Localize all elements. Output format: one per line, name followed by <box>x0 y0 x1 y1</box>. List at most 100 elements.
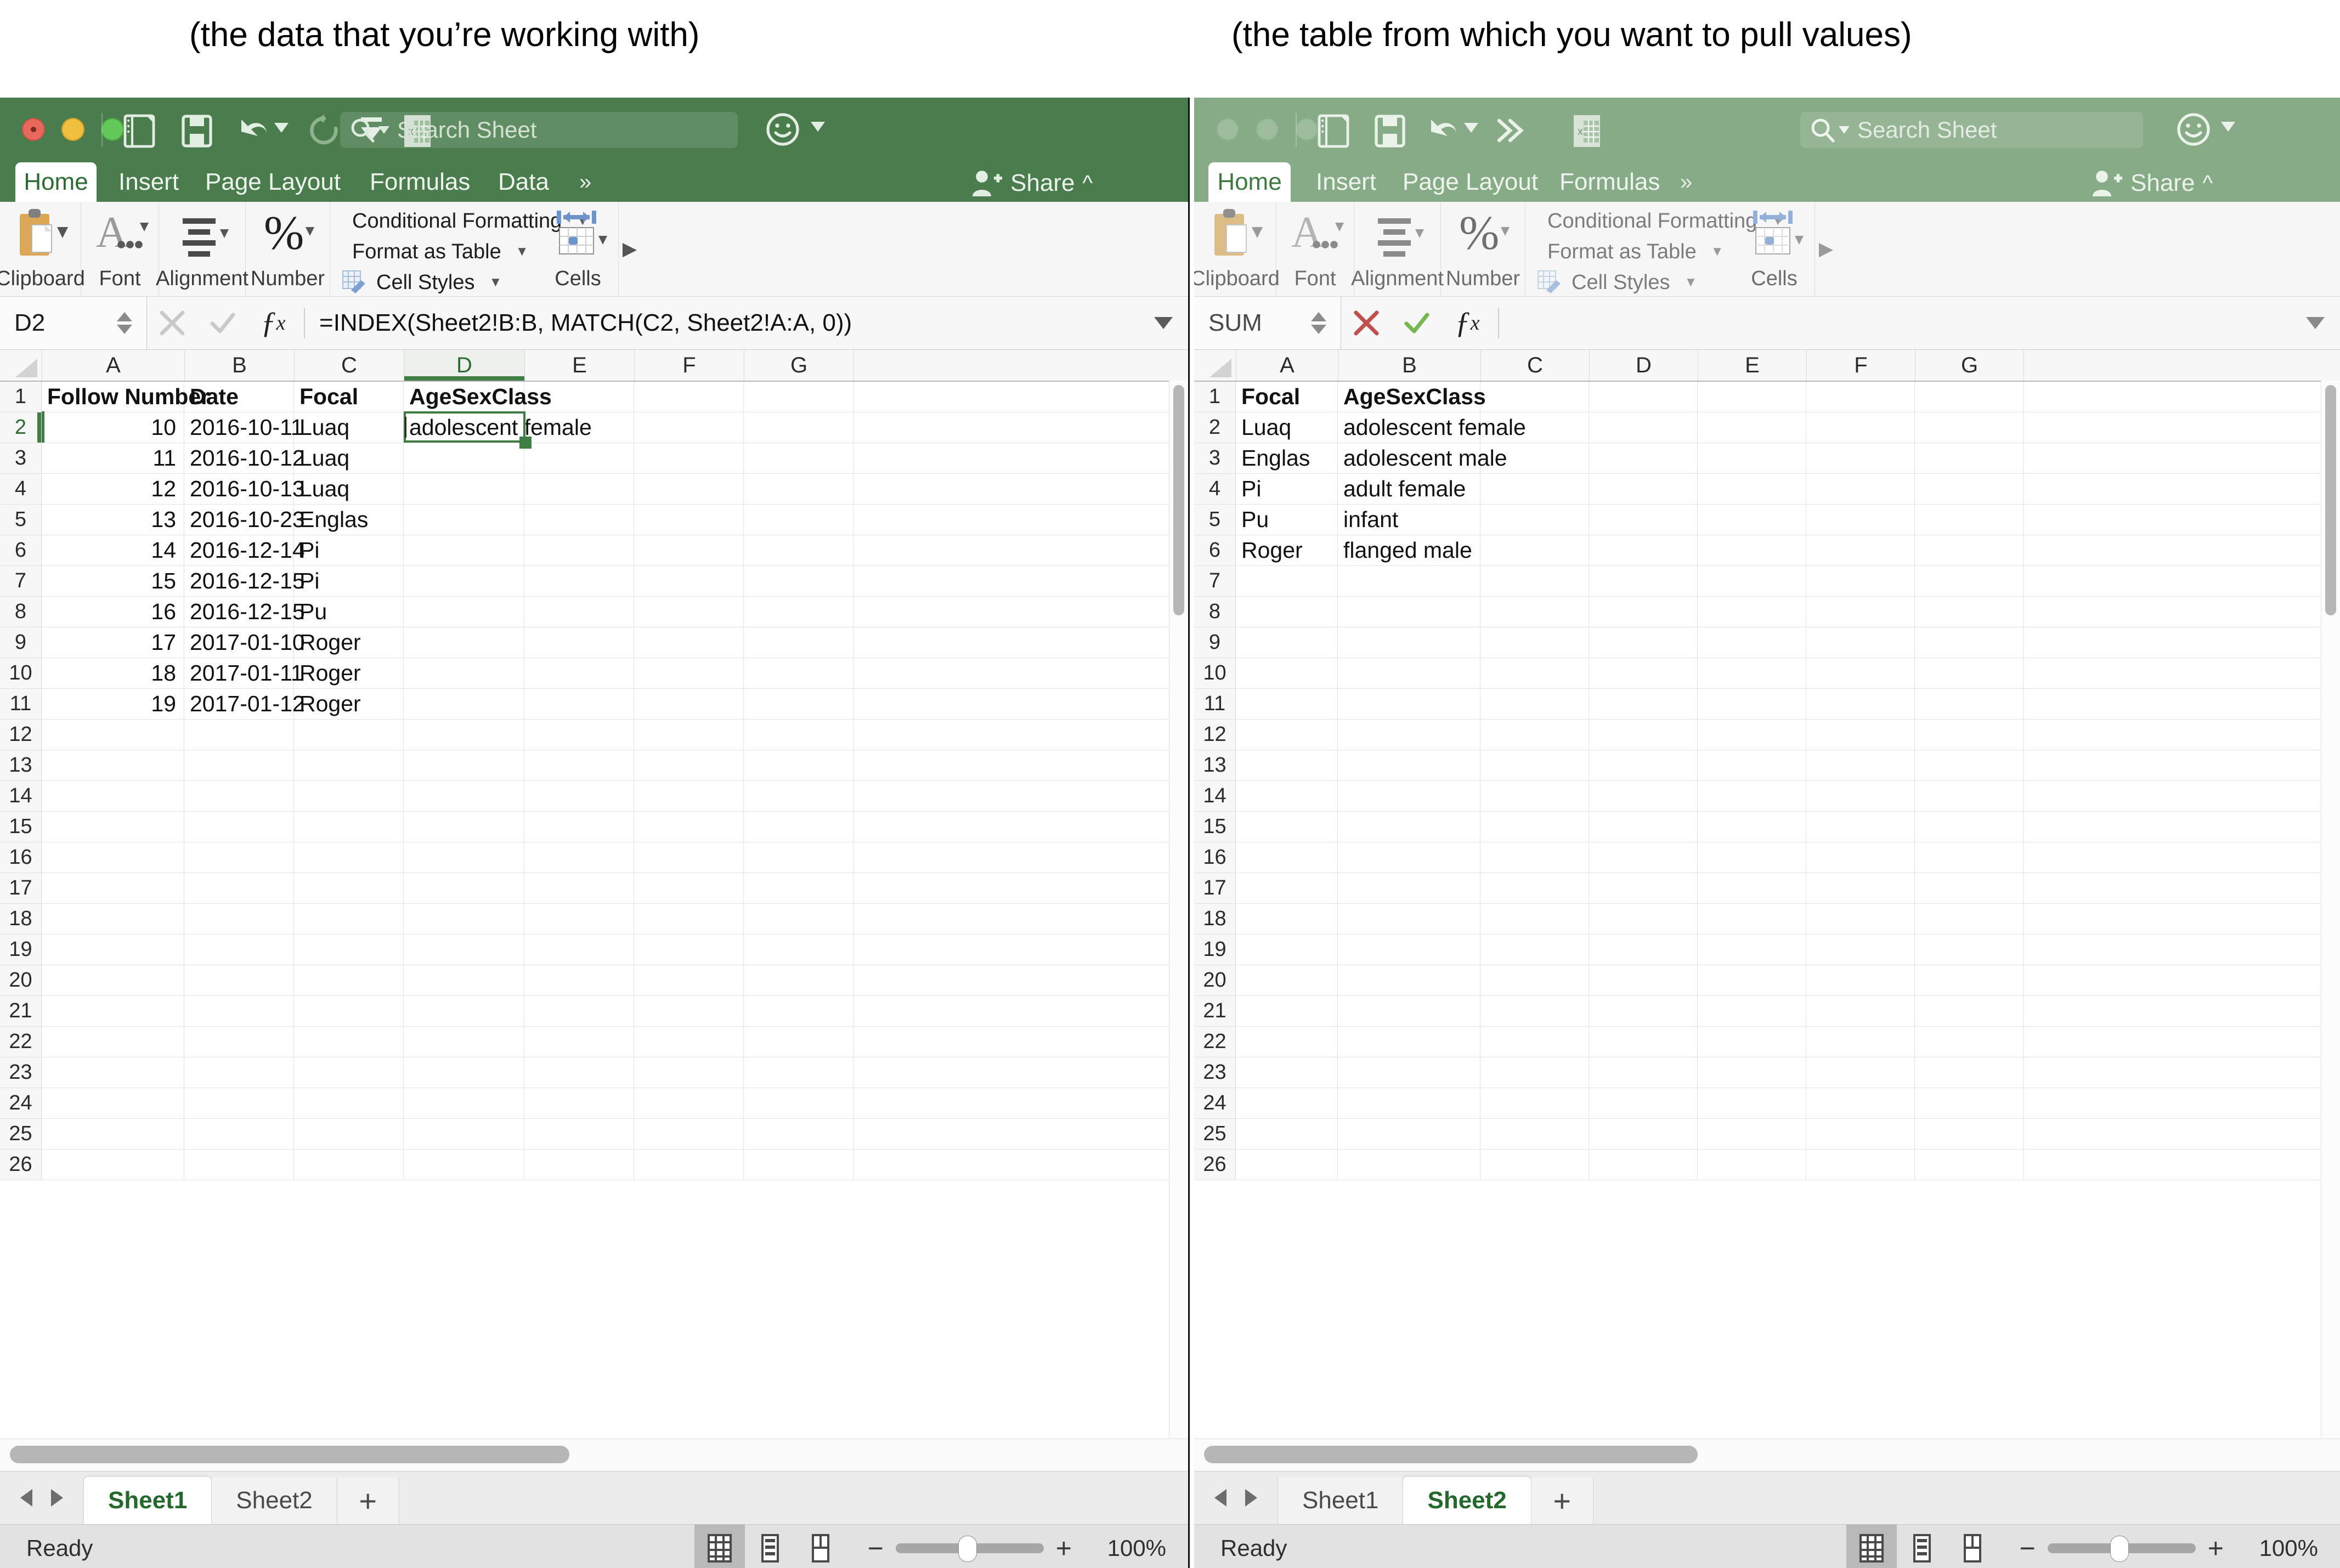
cell-D8[interactable] <box>1589 597 1698 627</box>
cell-C1[interactable] <box>1480 382 1589 412</box>
cell-C14[interactable] <box>294 781 404 811</box>
cell-E11[interactable] <box>524 689 634 719</box>
cell-E6[interactable] <box>1698 535 1806 565</box>
cell-E22[interactable] <box>524 1027 634 1057</box>
cell-F14[interactable] <box>634 781 744 811</box>
cell-F19[interactable] <box>1806 935 1915 965</box>
cell-C17[interactable] <box>1480 873 1589 903</box>
row-header-5[interactable]: 5 <box>1194 505 1236 535</box>
cell-D22[interactable] <box>1589 1027 1698 1057</box>
cell-E1[interactable] <box>524 382 634 412</box>
cell-D20[interactable] <box>404 965 524 995</box>
row-header-8[interactable]: 8 <box>0 597 42 627</box>
cell-A22[interactable] <box>1236 1027 1338 1057</box>
row-header-21[interactable]: 21 <box>1194 996 1236 1026</box>
cell-D16[interactable] <box>1589 842 1698 873</box>
cell-E5[interactable] <box>1698 505 1806 535</box>
row-header-22[interactable]: 22 <box>0 1027 42 1057</box>
row-header-6[interactable]: 6 <box>0 535 42 565</box>
undo-dropdown-caret-icon[interactable] <box>274 123 289 133</box>
cell-A3[interactable]: 11 <box>42 443 184 473</box>
cell-E20[interactable] <box>1698 965 1806 995</box>
cell-G15[interactable] <box>1915 812 2024 842</box>
alignment-icon[interactable] <box>1369 208 1426 259</box>
cell-C23[interactable] <box>1480 1057 1589 1088</box>
conditional-formatting-command[interactable]: Conditional Formatting ▼ <box>342 207 589 235</box>
cell-C2[interactable]: Luaq <box>294 412 404 443</box>
cell-G16[interactable] <box>1915 842 2024 873</box>
zoom-out-button[interactable]: − <box>868 1535 884 1562</box>
cell-E6[interactable] <box>524 535 634 565</box>
search-sheet-box[interactable]: Search Sheet <box>340 112 738 148</box>
ribbon-group-number[interactable]: % Number <box>246 202 330 296</box>
cell-C15[interactable] <box>1480 812 1589 842</box>
cancel-entry-button[interactable] <box>1341 309 1392 337</box>
col-header-A[interactable]: A <box>42 350 185 381</box>
row-header-14[interactable]: 14 <box>1194 781 1236 811</box>
cell-A6[interactable]: 14 <box>42 535 184 565</box>
cell-B9[interactable] <box>1338 627 1480 658</box>
cell-A24[interactable] <box>1236 1088 1338 1118</box>
cell-A3[interactable]: Englas <box>1236 443 1338 473</box>
row-header-4[interactable]: 4 <box>1194 474 1236 504</box>
cell-C4[interactable] <box>1480 474 1589 504</box>
cell-styles-caret-icon[interactable]: ▼ <box>489 275 502 290</box>
cell-G24[interactable] <box>1915 1088 2024 1118</box>
cell-B23[interactable] <box>184 1057 294 1088</box>
tab-home[interactable]: Home <box>15 162 97 202</box>
cell-C24[interactable] <box>1480 1088 1589 1118</box>
cell-G4[interactable] <box>1915 474 2024 504</box>
row-header-24[interactable]: 24 <box>1194 1088 1236 1118</box>
minimize-window-button[interactable] <box>1256 118 1279 141</box>
row-header-20[interactable]: 20 <box>1194 965 1236 995</box>
cell-E21[interactable] <box>1698 996 1806 1026</box>
cell-E10[interactable] <box>1698 658 1806 688</box>
undo-icon[interactable] <box>235 114 271 147</box>
cell-G8[interactable] <box>1915 597 2024 627</box>
cell-C4[interactable]: Luaq <box>294 474 404 504</box>
zoom-control[interactable]: − + 100% <box>846 1535 1188 1562</box>
alignment-icon[interactable] <box>174 208 231 259</box>
page-layout-view-button[interactable] <box>1897 1525 1947 1568</box>
cell-A12[interactable] <box>1236 720 1338 750</box>
font-a-icon[interactable]: A <box>92 208 149 259</box>
cell-A19[interactable] <box>1236 935 1338 965</box>
ribbon-overflow-arrow-icon[interactable]: ▶ <box>619 202 641 296</box>
cell-A14[interactable] <box>42 781 184 811</box>
cell-D4[interactable] <box>404 474 524 504</box>
sheet-nav-arrows[interactable] <box>1194 1471 1278 1524</box>
cell-D24[interactable] <box>1589 1088 1698 1118</box>
row-header-11[interactable]: 11 <box>1194 689 1236 719</box>
zoom-out-button[interactable]: − <box>2020 1535 2036 1562</box>
toolbar-overflow-chevron-icon[interactable] <box>1495 116 1528 145</box>
cell-C20[interactable] <box>1480 965 1589 995</box>
row-header-1[interactable]: 1 <box>1194 382 1236 412</box>
cell-D7[interactable] <box>404 566 524 596</box>
cell-D11[interactable] <box>1589 689 1698 719</box>
cell-D26[interactable] <box>404 1150 524 1180</box>
ribbon-group-cells[interactable]: Cells <box>1734 202 1815 296</box>
cell-D16[interactable] <box>404 842 524 873</box>
row-header-25[interactable]: 25 <box>1194 1119 1236 1149</box>
cell-C26[interactable] <box>294 1150 404 1180</box>
undo-icon[interactable] <box>1425 114 1461 147</box>
cell-B6[interactable]: flanged male <box>1338 535 1480 565</box>
cell-B12[interactable] <box>184 720 294 750</box>
cell-E17[interactable] <box>524 873 634 903</box>
cell-E7[interactable] <box>1698 566 1806 596</box>
cell-G14[interactable] <box>1915 781 2024 811</box>
ribbon-group-alignment[interactable]: Alignment <box>1351 202 1444 296</box>
feedback-smiley-icon[interactable] <box>765 112 800 147</box>
cell-F4[interactable] <box>1806 474 1915 504</box>
cell-G11[interactable] <box>1915 689 2024 719</box>
cell-E17[interactable] <box>1698 873 1806 903</box>
cell-G1[interactable] <box>744 382 854 412</box>
row-header-2[interactable]: 2 <box>0 412 42 443</box>
cell-A10[interactable] <box>1236 658 1338 688</box>
cell-A7[interactable] <box>1236 566 1338 596</box>
normal-view-button[interactable] <box>694 1525 745 1568</box>
row-header-26[interactable]: 26 <box>1194 1150 1236 1180</box>
close-window-button[interactable] <box>22 118 45 141</box>
cell-C16[interactable] <box>294 842 404 873</box>
cell-F1[interactable] <box>1806 382 1915 412</box>
